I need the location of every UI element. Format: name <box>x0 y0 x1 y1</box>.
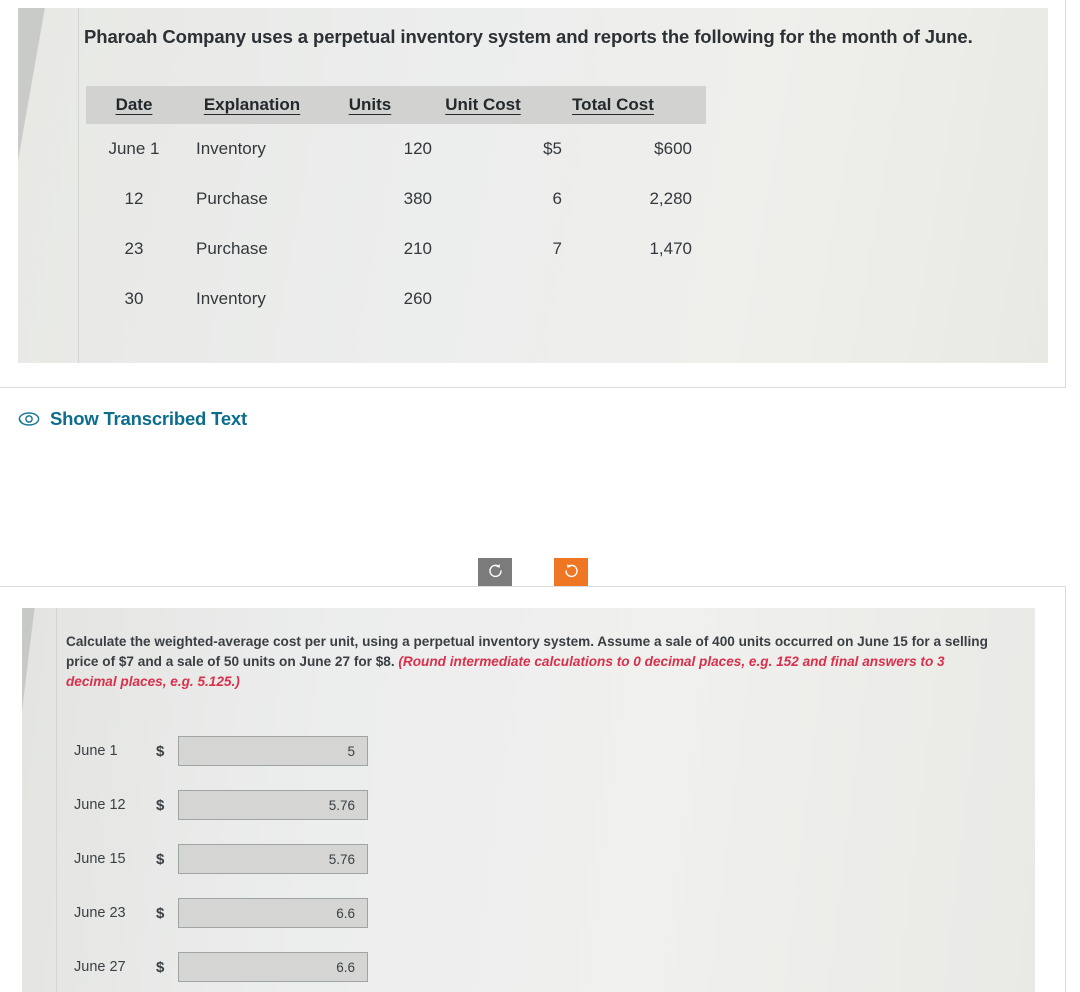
answer-input-june-27[interactable]: 6.6 <box>178 952 368 982</box>
eye-icon <box>18 410 40 428</box>
answer-row: June 12 $ 5.76 <box>74 778 434 832</box>
currency-symbol: $ <box>156 904 165 922</box>
table-row: June 1 Inventory 120 $5 $600 <box>86 124 706 174</box>
instructions-text: Calculate the weighted-average cost per … <box>66 632 996 692</box>
show-transcribed-text-link[interactable]: Show Transcribed Text <box>18 408 247 430</box>
answer-row-label: June 12 <box>74 797 126 813</box>
answer-row: June 23 $ 6.6 <box>74 886 434 940</box>
cell-unit-cost: $5 <box>543 139 562 158</box>
answer-row-label: June 27 <box>74 959 126 975</box>
table-row: 30 Inventory 260 <box>86 274 706 324</box>
cell-units: 380 <box>403 189 432 208</box>
answer-row-label: June 23 <box>74 905 126 921</box>
cell-total-cost: 2,280 <box>649 189 692 208</box>
currency-symbol: $ <box>156 742 165 760</box>
currency-symbol: $ <box>156 958 165 976</box>
answer-image-card: Calculate the weighted-average cost per … <box>0 587 1066 992</box>
cell-units: 210 <box>403 239 432 258</box>
answer-row: June 1 $ 5 <box>74 724 434 778</box>
answer-row: June 15 $ 5.76 <box>74 832 434 886</box>
answer-row-label: June 1 <box>74 743 118 759</box>
answer-input-june-15[interactable]: 5.76 <box>178 844 368 874</box>
answer-rows: June 1 $ 5 June 12 $ 5.76 June 15 $ 5.76… <box>74 724 434 992</box>
currency-symbol: $ <box>156 796 165 814</box>
cell-total-cost: 1,470 <box>649 239 692 258</box>
table-header-row: Date Explanation Units Unit Cost Total C… <box>86 86 706 124</box>
cell-date: June 1 <box>108 139 160 158</box>
cell-explanation: Inventory <box>196 139 266 158</box>
page-title: Pharoah Company uses a perpetual invento… <box>84 26 973 47</box>
column-header-unit-cost: Unit Cost <box>445 95 521 114</box>
column-header-total-cost: Total Cost <box>572 95 654 114</box>
image-rotate-toolbar <box>478 558 588 586</box>
answer-input-june-23[interactable]: 6.6 <box>178 898 368 928</box>
cell-explanation: Purchase <box>196 239 268 258</box>
scanned-answer-image: Calculate the weighted-average cost per … <box>22 608 1035 992</box>
rotate-counter-clockwise-icon <box>487 562 504 582</box>
cell-total-cost: $600 <box>654 139 692 158</box>
column-header-explanation: Explanation <box>203 95 301 114</box>
cell-date: 12 <box>124 189 144 208</box>
show-transcribed-text-label: Show Transcribed Text <box>50 408 247 429</box>
currency-symbol: $ <box>156 850 165 868</box>
cell-date: 30 <box>124 289 144 308</box>
cell-unit-cost: 7 <box>552 239 562 258</box>
cell-units: 120 <box>403 139 432 158</box>
scanned-question-image: Pharoah Company uses a perpetual invento… <box>18 8 1048 363</box>
answer-input-june-1[interactable]: 5 <box>178 736 368 766</box>
table-row: 12 Purchase 380 6 2,280 <box>86 174 706 224</box>
table-row: 23 Purchase 210 7 1,470 <box>86 224 706 274</box>
answer-input-june-12[interactable]: 5.76 <box>178 790 368 820</box>
column-header-units: Units <box>348 95 392 114</box>
cell-units: 260 <box>403 289 432 308</box>
answer-row-label: June 15 <box>74 851 126 867</box>
cell-explanation: Inventory <box>196 289 266 308</box>
rotate-left-button[interactable] <box>478 558 512 586</box>
cell-date: 23 <box>124 239 144 258</box>
column-header-date: Date <box>115 95 153 114</box>
cell-unit-cost: 6 <box>552 189 562 208</box>
inventory-table: Date Explanation Units Unit Cost Total C… <box>86 86 706 324</box>
answer-row: June 27 $ 6.6 <box>74 940 434 992</box>
rotate-clockwise-icon <box>563 562 580 582</box>
question-image-card: Pharoah Company uses a perpetual invento… <box>0 0 1066 388</box>
cell-explanation: Purchase <box>196 189 268 208</box>
rotate-right-button[interactable] <box>554 558 588 586</box>
